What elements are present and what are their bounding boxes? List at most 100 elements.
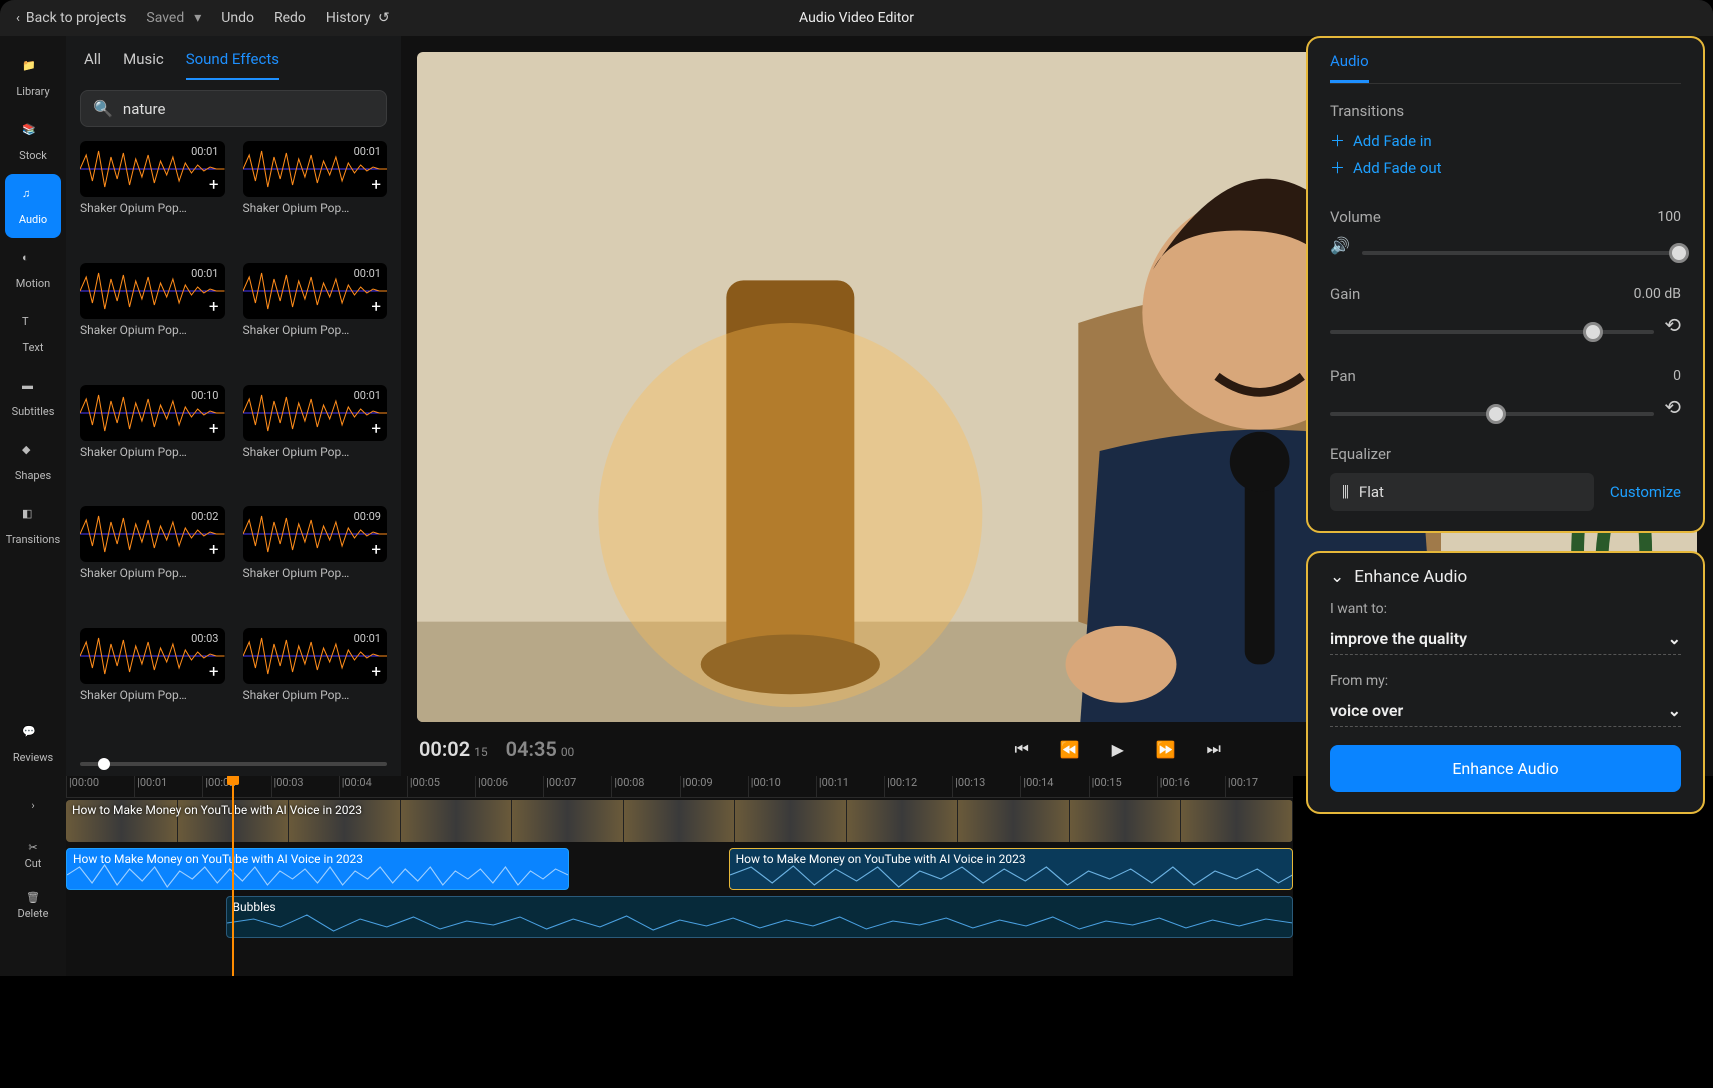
equalizer-label: Equalizer <box>1330 445 1681 463</box>
add-clip-button[interactable]: + <box>209 540 219 560</box>
audio-track-2[interactable]: Bubbles <box>66 894 1293 940</box>
transitions-heading: Transitions <box>1330 102 1681 120</box>
audio-track-1[interactable]: How to Make Money on YouTube with AI Voi… <box>66 846 1293 892</box>
clip-duration: 00:01 <box>354 389 381 402</box>
rail-shapes[interactable]: ◆Shapes <box>5 430 61 494</box>
audio-clip-1[interactable]: How to Make Money on YouTube with AI Voi… <box>66 848 569 890</box>
prev-clip-button[interactable]: ⏮ <box>1007 734 1037 764</box>
audio-clip-item[interactable]: 00:02 + Shaker Opium Pop… <box>80 506 225 616</box>
audio-clip-item[interactable]: 00:01 + Shaker Opium Pop… <box>80 141 225 251</box>
rail-transitions[interactable]: ◧Transitions <box>5 494 61 558</box>
rail-audio[interactable]: ♫Audio <box>5 174 61 238</box>
waveform-thumb: 00:10 + <box>80 385 225 441</box>
audio-tab[interactable]: Audio <box>1330 52 1369 83</box>
rewind-button[interactable]: ⏪ <box>1055 734 1085 764</box>
add-clip-button[interactable]: + <box>371 297 381 317</box>
thumbnail-size-slider[interactable] <box>80 762 387 766</box>
want-select[interactable]: improve the quality⌄ <box>1330 623 1681 655</box>
audio-clip-bubbles[interactable]: Bubbles <box>226 896 1293 938</box>
rail-library[interactable]: 📁Library <box>5 46 61 110</box>
rail-stock[interactable]: 📚Stock <box>5 110 61 174</box>
rail-text[interactable]: TText <box>5 302 61 366</box>
tab-sound-effects[interactable]: Sound Effects <box>186 50 279 80</box>
add-clip-button[interactable]: + <box>209 297 219 317</box>
add-clip-button[interactable]: + <box>371 662 381 682</box>
add-clip-button[interactable]: + <box>371 175 381 195</box>
equalizer-preset-select[interactable]: ⫼ Flat <box>1330 473 1594 511</box>
gain-slider[interactable] <box>1330 330 1654 334</box>
audio-clip-item[interactable]: 00:01 + Shaker Opium Pop… <box>243 628 388 738</box>
audio-clip-item[interactable]: 00:01 + Shaker Opium Pop… <box>243 263 388 373</box>
waveform-thumb: 00:01 + <box>243 141 388 197</box>
back-button[interactable]: ‹ Back to projects <box>16 10 126 26</box>
pan-reset[interactable]: ⟲ <box>1664 395 1681 419</box>
audio-clip-item[interactable]: 00:09 + Shaker Opium Pop… <box>243 506 388 616</box>
add-clip-button[interactable]: + <box>209 175 219 195</box>
volume-label: Volume <box>1330 208 1381 226</box>
fast-forward-icon: ⏩ <box>1156 740 1176 759</box>
audio-clip-item[interactable]: 00:03 + Shaker Opium Pop… <box>80 628 225 738</box>
audio-clip-item[interactable]: 00:10 + Shaker Opium Pop… <box>80 385 225 495</box>
total-time: 04:3500 <box>506 737 575 761</box>
clip-duration: 00:10 <box>191 389 218 402</box>
enhance-audio-button[interactable]: Enhance Audio <box>1330 745 1681 792</box>
ruler-tick: |00:14 <box>1020 776 1088 797</box>
search-input[interactable] <box>123 100 374 118</box>
video-clip[interactable]: How to Make Money on YouTube with AI Voi… <box>66 800 1293 842</box>
save-status[interactable]: Saved ▾ <box>146 10 201 26</box>
ruler-tick: |00:11 <box>816 776 884 797</box>
tab-all[interactable]: All <box>84 50 101 80</box>
pan-slider[interactable] <box>1330 412 1654 416</box>
chevron-down-icon: ⌄ <box>1668 629 1681 648</box>
search-input-wrap[interactable]: 🔍 <box>80 90 387 127</box>
reset-icon: ⟲ <box>1664 395 1681 419</box>
add-fade-out[interactable]: ＋Add Fade out <box>1330 157 1681 178</box>
tab-music[interactable]: Music <box>123 50 164 80</box>
audio-clip-item[interactable]: 00:01 + Shaker Opium Pop… <box>80 263 225 373</box>
undo-button[interactable]: Undo <box>221 10 254 26</box>
library-column: All Music Sound Effects 🔍 00:01 + Shaker… <box>66 36 401 776</box>
gain-label: Gain <box>1330 285 1360 303</box>
clip-name: Shaker Opium Pop… <box>243 201 388 215</box>
clip-duration: 00:03 <box>191 632 218 645</box>
forward-button[interactable]: ⏩ <box>1151 734 1181 764</box>
add-clip-button[interactable]: + <box>209 662 219 682</box>
volume-slider[interactable] <box>1362 251 1681 255</box>
history-button[interactable]: History ↺ <box>326 10 390 26</box>
rail-motion[interactable]: ◐Motion <box>5 238 61 302</box>
equalizer-customize[interactable]: Customize <box>1610 483 1681 501</box>
add-clip-button[interactable]: + <box>209 419 219 439</box>
rail-subtitles[interactable]: ▬Subtitles <box>5 366 61 430</box>
delete-button[interactable]: 🗑Delete <box>5 882 61 928</box>
rail-reviews[interactable]: 💬Reviews <box>5 712 61 776</box>
clip-duration: 00:01 <box>191 145 218 158</box>
want-label: I want to: <box>1330 601 1681 617</box>
audio-clip-2[interactable]: How to Make Money on YouTube with AI Voi… <box>729 848 1293 890</box>
reset-icon: ⟲ <box>1664 313 1681 337</box>
timeline-expand[interactable]: › <box>5 782 61 828</box>
redo-button[interactable]: Redo <box>274 10 306 26</box>
playhead[interactable] <box>232 776 234 976</box>
video-track[interactable]: How to Make Money on YouTube with AI Voi… <box>66 798 1293 844</box>
from-select[interactable]: voice over⌄ <box>1330 695 1681 727</box>
cut-button[interactable]: ✂Cut <box>5 832 61 878</box>
play-icon: ▶ <box>1112 740 1124 759</box>
clip-duration: 00:01 <box>354 145 381 158</box>
gain-value: 0.00 dB <box>1634 286 1681 302</box>
skip-forward-icon: ⏭ <box>1207 739 1221 759</box>
time-ruler[interactable]: |00:00|00:01|00:02|00:03|00:04|00:05|00:… <box>66 776 1293 798</box>
add-fade-in[interactable]: ＋Add Fade in <box>1330 130 1681 151</box>
play-button[interactable]: ▶ <box>1103 734 1133 764</box>
next-clip-button[interactable]: ⏭ <box>1199 734 1229 764</box>
audio-clip-item[interactable]: 00:01 + Shaker Opium Pop… <box>243 141 388 251</box>
gain-reset[interactable]: ⟲ <box>1664 313 1681 337</box>
scissors-icon: ✂ <box>28 841 37 854</box>
add-clip-button[interactable]: + <box>371 419 381 439</box>
plus-icon: ＋ <box>1330 130 1345 151</box>
enhance-panel: ⌄ Enhance Audio I want to: improve the q… <box>1306 551 1705 814</box>
enhance-header[interactable]: ⌄ Enhance Audio <box>1330 567 1681 587</box>
back-label: Back to projects <box>26 10 127 26</box>
add-clip-button[interactable]: + <box>371 540 381 560</box>
audio-clip-item[interactable]: 00:01 + Shaker Opium Pop… <box>243 385 388 495</box>
clip-name: Shaker Opium Pop… <box>80 323 225 337</box>
